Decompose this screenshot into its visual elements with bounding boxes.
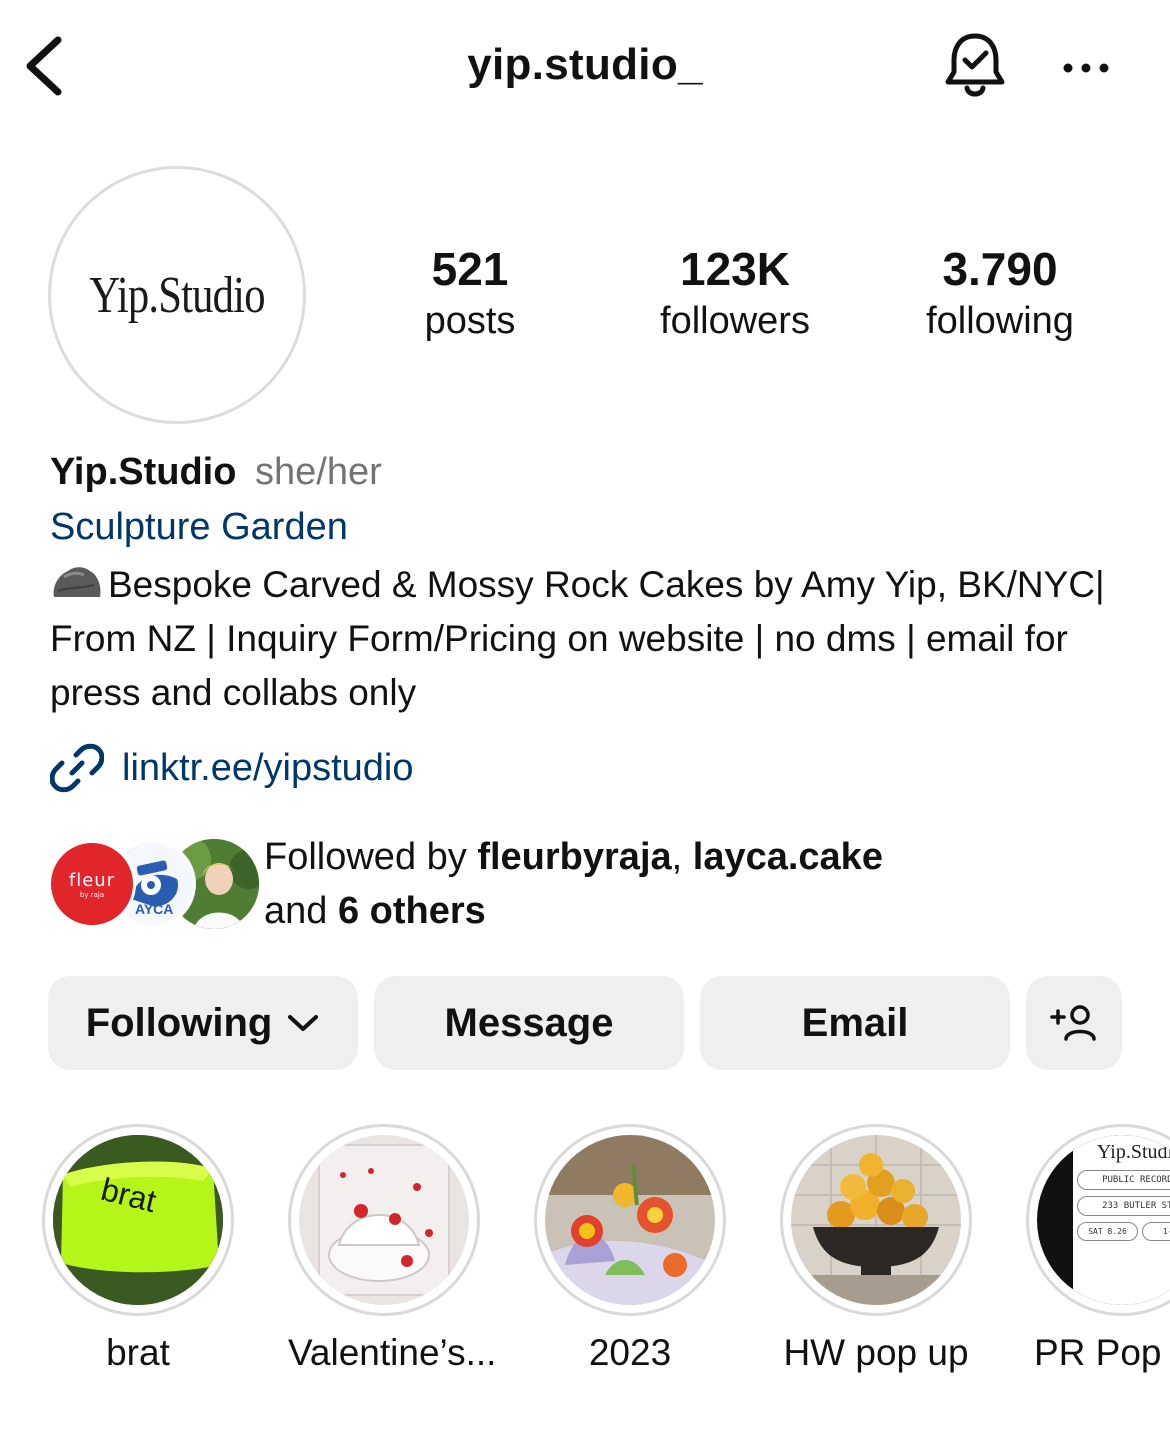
highlight-ring — [780, 1124, 972, 1316]
more-options-button[interactable] — [1058, 50, 1114, 86]
highlight-cover-brat: brat — [53, 1135, 223, 1305]
add-person-icon — [1050, 1005, 1096, 1041]
highlight-2023[interactable]: 2023 — [534, 1124, 726, 1376]
highlight-label: Valentine’s... — [288, 1332, 497, 1373]
highlight-label: brat — [106, 1332, 170, 1373]
followed-by-prefix: Followed by — [264, 836, 467, 878]
mutual-separator: , — [671, 836, 683, 878]
suggested-accounts-button[interactable] — [1026, 976, 1122, 1070]
followed-by-text: Followed by fleurbyraja, layca.cake and … — [264, 830, 883, 938]
highlight-ring — [534, 1124, 726, 1316]
name-row: Yip.Studio she/her — [50, 446, 1140, 498]
stat-followers[interactable]: 123K followers — [620, 242, 850, 346]
display-name: Yip.Studio — [50, 451, 237, 493]
highlight-cover-pr-pop-up: Yip.Studio PUBLIC RECORDS 233 BUTLER ST.… — [1037, 1135, 1170, 1305]
fleur-logo-text: fleur — [68, 869, 116, 891]
highlight-label: 2023 — [588, 1332, 672, 1373]
mutual-user-2[interactable]: layca.cake — [693, 836, 883, 878]
pronouns: she/her — [255, 451, 382, 493]
stat-following[interactable]: 3.790 following — [890, 242, 1110, 346]
email-button[interactable]: Email — [700, 976, 1010, 1070]
poster-line-3: SAT 8.26 — [1077, 1222, 1138, 1241]
profile-avatar[interactable]: Yip.Studio — [48, 166, 306, 424]
email-button-label: Email — [801, 1000, 909, 1045]
fleur-logo-subtext: by raja — [79, 890, 105, 899]
followed-by-and: and — [264, 890, 328, 932]
posts-count: 521 — [431, 243, 509, 295]
category-label: Sculpture Garden — [50, 506, 348, 548]
poster-line-4: 1-4P — [1142, 1222, 1170, 1241]
notifications-button[interactable] — [940, 30, 1010, 102]
poster-line-1: PUBLIC RECORDS — [1077, 1170, 1170, 1190]
following-button-label: Following — [85, 1000, 273, 1045]
bio-text: Bespoke Carved & Mossy Rock Cakes by Amy… — [50, 564, 1105, 713]
highlight-ring: Yip.Studio PUBLIC RECORDS 233 BUTLER ST.… — [1026, 1124, 1170, 1316]
highlight-cover-2023 — [545, 1135, 715, 1305]
highlight-hw-pop-up[interactable]: HW pop up — [780, 1124, 972, 1376]
bell-check-icon — [945, 33, 1005, 97]
highlight-ring — [288, 1124, 480, 1316]
highlight-ring: brat — [42, 1124, 234, 1316]
profile-bio: Yip.Studio she/her Sculpture Garden Besp… — [50, 446, 1140, 796]
profile-link[interactable]: linktr.ee/yipstudio — [50, 740, 1140, 796]
rock-emoji-icon — [50, 562, 104, 600]
mutual-avatar-fleurbyraja: fleur by raja — [48, 840, 136, 928]
mutual-followers[interactable]: fleur by raja AYCA Followed by fleurbyra… — [48, 830, 1148, 940]
link-icon — [50, 743, 104, 793]
highlight-valentines[interactable]: Valentine’s... — [288, 1124, 497, 1376]
chevron-down-icon — [288, 1015, 319, 1031]
stat-posts[interactable]: 521 posts — [380, 242, 560, 346]
highlight-cover-valentines — [299, 1135, 469, 1305]
ellipsis-icon — [1063, 63, 1109, 73]
poster-row: SAT 8.26 1-4P — [1077, 1222, 1170, 1241]
top-bar: yip.studio_ — [0, 0, 1170, 136]
message-button[interactable]: Message — [374, 976, 684, 1070]
highlight-brat[interactable]: brat brat — [42, 1124, 234, 1376]
layca-logo-text: AYCA — [135, 901, 174, 917]
highlight-cover-hw-pop-up — [791, 1135, 961, 1305]
posts-label: posts — [424, 300, 516, 342]
following-count: 3.790 — [942, 243, 1058, 295]
highlight-label: PR Pop u — [1034, 1332, 1170, 1373]
bio-text-block: Bespoke Carved & Mossy Rock Cakes by Amy… — [50, 558, 1140, 720]
mutual-user-1[interactable]: fleurbyraja — [477, 836, 671, 878]
highlight-label: HW pop up — [783, 1332, 969, 1373]
following-label: following — [926, 300, 1074, 342]
poster-line-2: 233 BUTLER ST. — [1077, 1196, 1170, 1216]
message-button-label: Message — [444, 1000, 614, 1045]
followers-label: followers — [660, 300, 810, 342]
following-button[interactable]: Following — [48, 976, 358, 1070]
poster-card: Yip.Studio PUBLIC RECORDS 233 BUTLER ST.… — [1073, 1135, 1170, 1305]
avatar-logo-text: Yip.Studio — [89, 266, 265, 324]
link-text: linktr.ee/yipstudio — [122, 747, 414, 789]
highlight-pr-pop-up[interactable]: Yip.Studio PUBLIC RECORDS 233 BUTLER ST.… — [1026, 1124, 1170, 1376]
followers-count: 123K — [680, 243, 790, 295]
poster-logo-text: Yip.Studio — [1096, 1141, 1170, 1163]
mutual-others-count[interactable]: 6 others — [338, 890, 486, 932]
